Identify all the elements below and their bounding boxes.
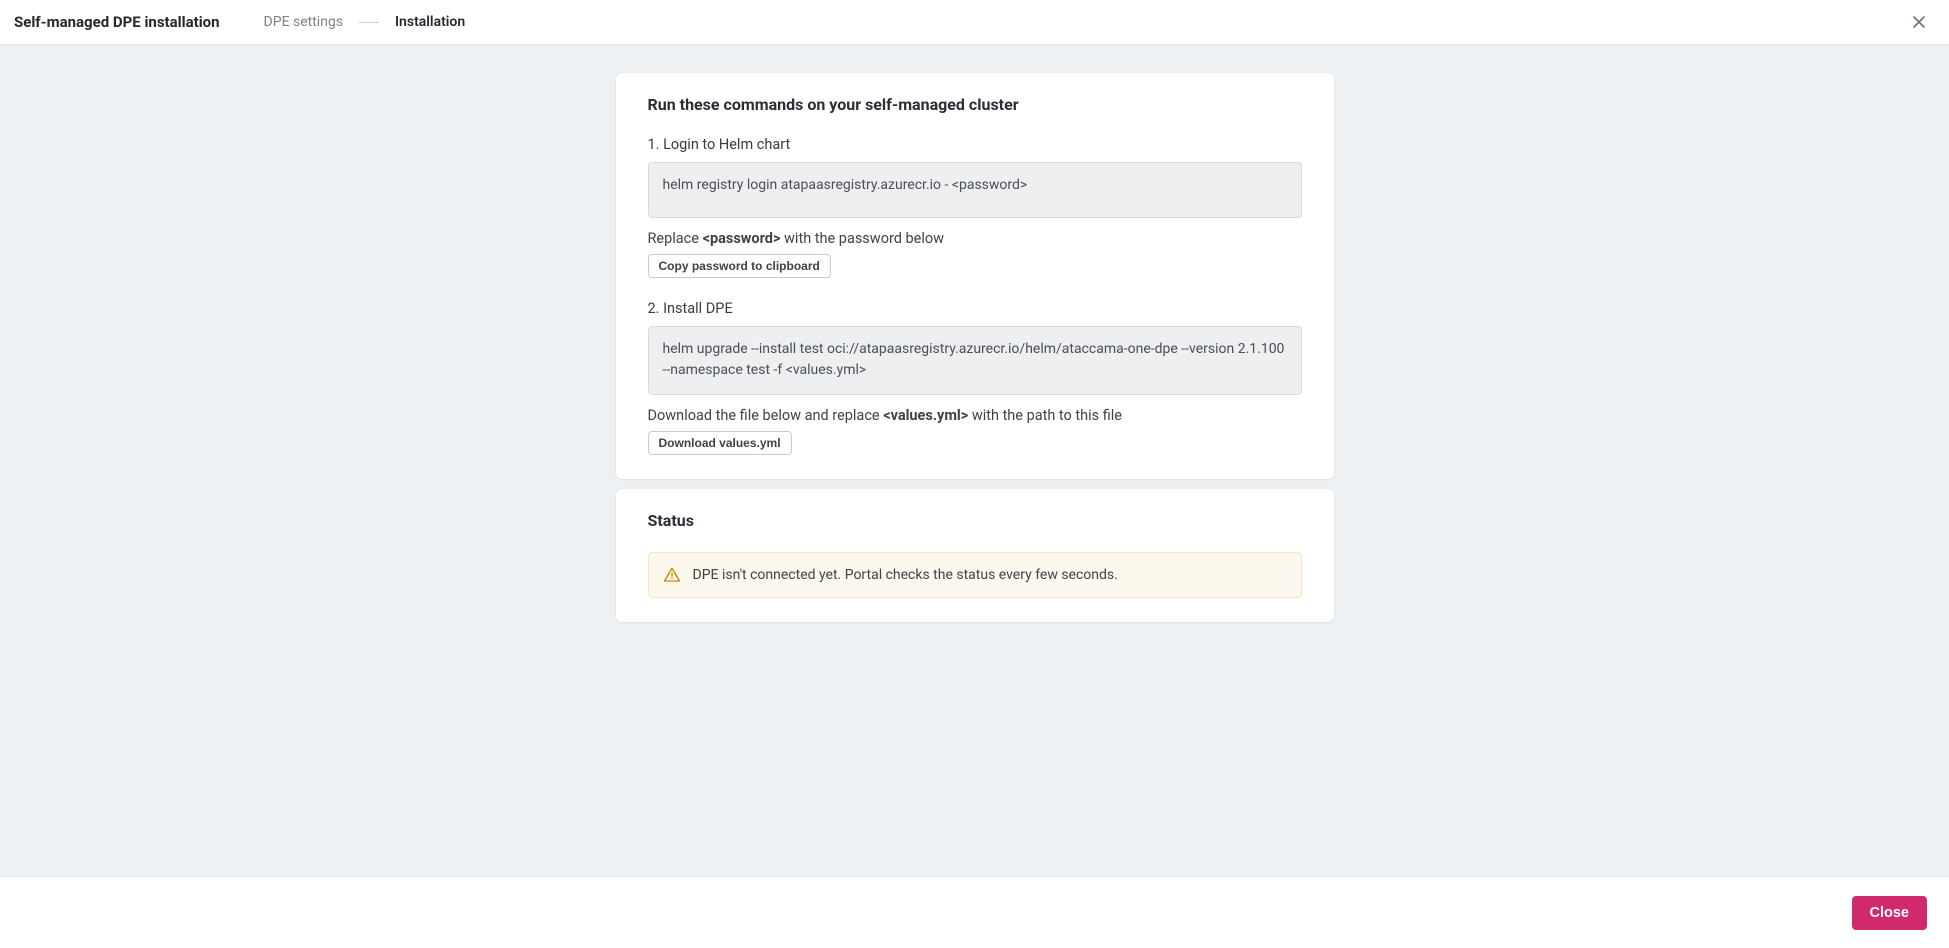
step-2-helper: Download the file below and replace <val… <box>648 407 1302 424</box>
run-commands-card: Run these commands on your self-managed … <box>616 73 1334 479</box>
page-title: Self-managed DPE installation <box>14 13 220 31</box>
crumb-installation[interactable]: Installation <box>395 14 465 30</box>
status-title: Status <box>648 511 1302 530</box>
main-stage: Run these commands on your self-managed … <box>0 45 1949 876</box>
status-card: Status DPE isn't connected yet. Portal c… <box>616 489 1334 622</box>
step-2-label: 2. Install DPE <box>648 300 1302 317</box>
topbar: Self-managed DPE installation DPE settin… <box>0 0 1949 45</box>
run-commands-title: Run these commands on your self-managed … <box>648 95 1302 114</box>
step-2-code[interactable]: helm upgrade --install test oci://atapaa… <box>648 326 1302 395</box>
download-values-button[interactable]: Download values.yml <box>648 431 792 455</box>
breadcrumb: DPE settings Installation <box>264 14 466 30</box>
warning-icon <box>663 566 681 584</box>
status-alert: DPE isn't connected yet. Portal checks t… <box>648 552 1302 598</box>
status-message: DPE isn't connected yet. Portal checks t… <box>693 567 1118 583</box>
footer: Close <box>0 876 1949 948</box>
step-1-label: 1. Login to Helm chart <box>648 136 1302 153</box>
step-1-code[interactable]: helm registry login atapaasregistry.azur… <box>648 162 1302 218</box>
close-button[interactable]: Close <box>1852 896 1928 930</box>
crumb-dpe-settings[interactable]: DPE settings <box>264 14 343 30</box>
close-icon[interactable] <box>1907 10 1931 34</box>
crumb-separator <box>359 22 379 23</box>
step-1-helper: Replace <password> with the password bel… <box>648 230 1302 247</box>
copy-password-button[interactable]: Copy password to clipboard <box>648 254 831 278</box>
